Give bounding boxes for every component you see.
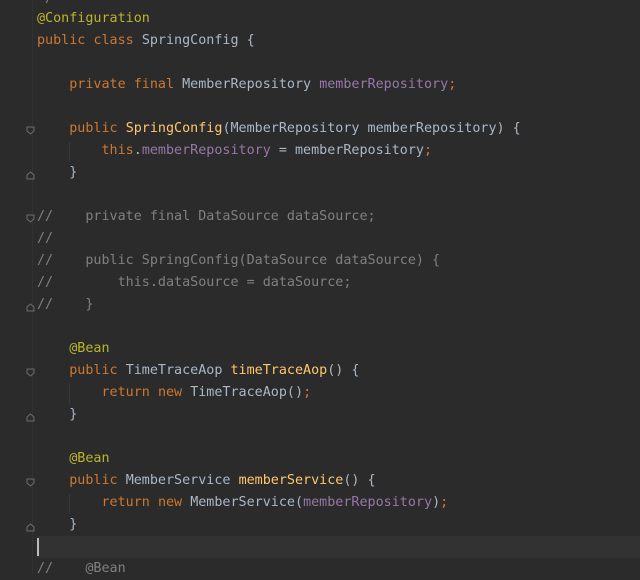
code-line: } [37, 162, 640, 184]
fold-icon[interactable] [26, 478, 35, 488]
code-line: } [37, 514, 640, 536]
code-line: public class SpringConfig { [37, 30, 640, 52]
keyword: return [101, 385, 150, 400]
fold-icon[interactable] [26, 412, 35, 422]
keyword: this [101, 143, 134, 158]
class-name: SpringConfig { [141, 33, 255, 48]
text-caret [37, 538, 39, 556]
field-name: memberRepository [141, 143, 271, 158]
method-name: memberService [238, 473, 344, 488]
field-name: memberRepository [303, 495, 433, 510]
constructor-name: SpringConfig [125, 121, 223, 136]
paren: () { [343, 473, 376, 488]
semicolon: ; [440, 495, 449, 510]
comment-line: // } [37, 297, 94, 312]
keyword: new [157, 495, 183, 510]
comment-line: // [37, 231, 54, 246]
code-line: return new TimeTraceAop(); [37, 382, 640, 404]
semicolon: ; [303, 385, 312, 400]
code-line: // private final DataSource dataSource; [37, 206, 640, 228]
code-line: private final MemberRepository memberRep… [37, 74, 640, 96]
paren: ) [432, 495, 441, 510]
code-line: @Bean [37, 338, 640, 360]
fold-icon[interactable] [26, 214, 35, 224]
keyword: return [101, 495, 150, 510]
code-line: // } [37, 294, 640, 316]
type-name: TimeTraceAop [125, 363, 223, 378]
brace: } [69, 165, 78, 180]
code-line: // this.dataSource = dataSource; [37, 272, 640, 294]
semicolon: ; [424, 143, 433, 158]
comment-line: // private final DataSource dataSource; [37, 209, 376, 224]
code-line: @Configuration [37, 8, 640, 30]
field-name: memberRepository [319, 77, 449, 92]
parameter-list: (MemberRepository memberRepository) { [222, 121, 521, 136]
annotation-bean: @Bean [69, 451, 110, 466]
fold-icon[interactable] [26, 126, 35, 136]
fold-icon[interactable] [26, 368, 35, 378]
assignment: = memberRepository [270, 143, 424, 158]
code-line: // [37, 228, 640, 250]
code-editor[interactable]: */ @Configuration public class SpringCon… [0, 0, 640, 576]
fold-icon[interactable] [26, 522, 35, 532]
code-line: return new MemberService(memberRepositor… [37, 492, 640, 514]
current-line[interactable] [37, 536, 640, 558]
type-name: MemberService [125, 473, 231, 488]
code-line: // @Bean [37, 558, 640, 580]
fold-icon[interactable] [26, 302, 35, 312]
annotation-bean: @Bean [69, 341, 110, 356]
code-line: public SpringConfig(MemberRepository mem… [37, 118, 640, 140]
keyword: private [69, 77, 126, 92]
comment-line: // this.dataSource = dataSource; [37, 275, 352, 290]
code-line: this.memberRepository = memberRepository… [37, 140, 640, 162]
dot: . [133, 143, 142, 158]
code-line: } [37, 404, 640, 426]
keyword: final [133, 77, 175, 92]
constructor-call: TimeTraceAop() [190, 385, 304, 400]
code-line: public TimeTraceAop timeTraceAop() { [37, 360, 640, 382]
semicolon: ; [448, 77, 457, 92]
type-name: MemberRepository [182, 77, 312, 92]
method-name: timeTraceAop [230, 363, 328, 378]
comment-line: // public SpringConfig(DataSource dataSo… [37, 253, 441, 268]
code-line: // public SpringConfig(DataSource dataSo… [37, 250, 640, 272]
keyword: new [157, 385, 183, 400]
keyword: public [69, 121, 118, 136]
code-line: @Bean [37, 448, 640, 470]
brace: } [69, 517, 78, 532]
annotation-configuration: @Configuration [37, 11, 150, 26]
constructor-call: MemberService( [190, 495, 304, 510]
code-line: public MemberService memberService() { [37, 470, 640, 492]
keyword: public [69, 473, 118, 488]
keyword: public [69, 363, 118, 378]
fold-icon[interactable] [26, 170, 35, 180]
keyword: class [93, 33, 134, 48]
keyword: public [37, 33, 86, 48]
comment-end: */ [37, 0, 53, 6]
brace: } [69, 407, 78, 422]
paren: () { [327, 363, 360, 378]
